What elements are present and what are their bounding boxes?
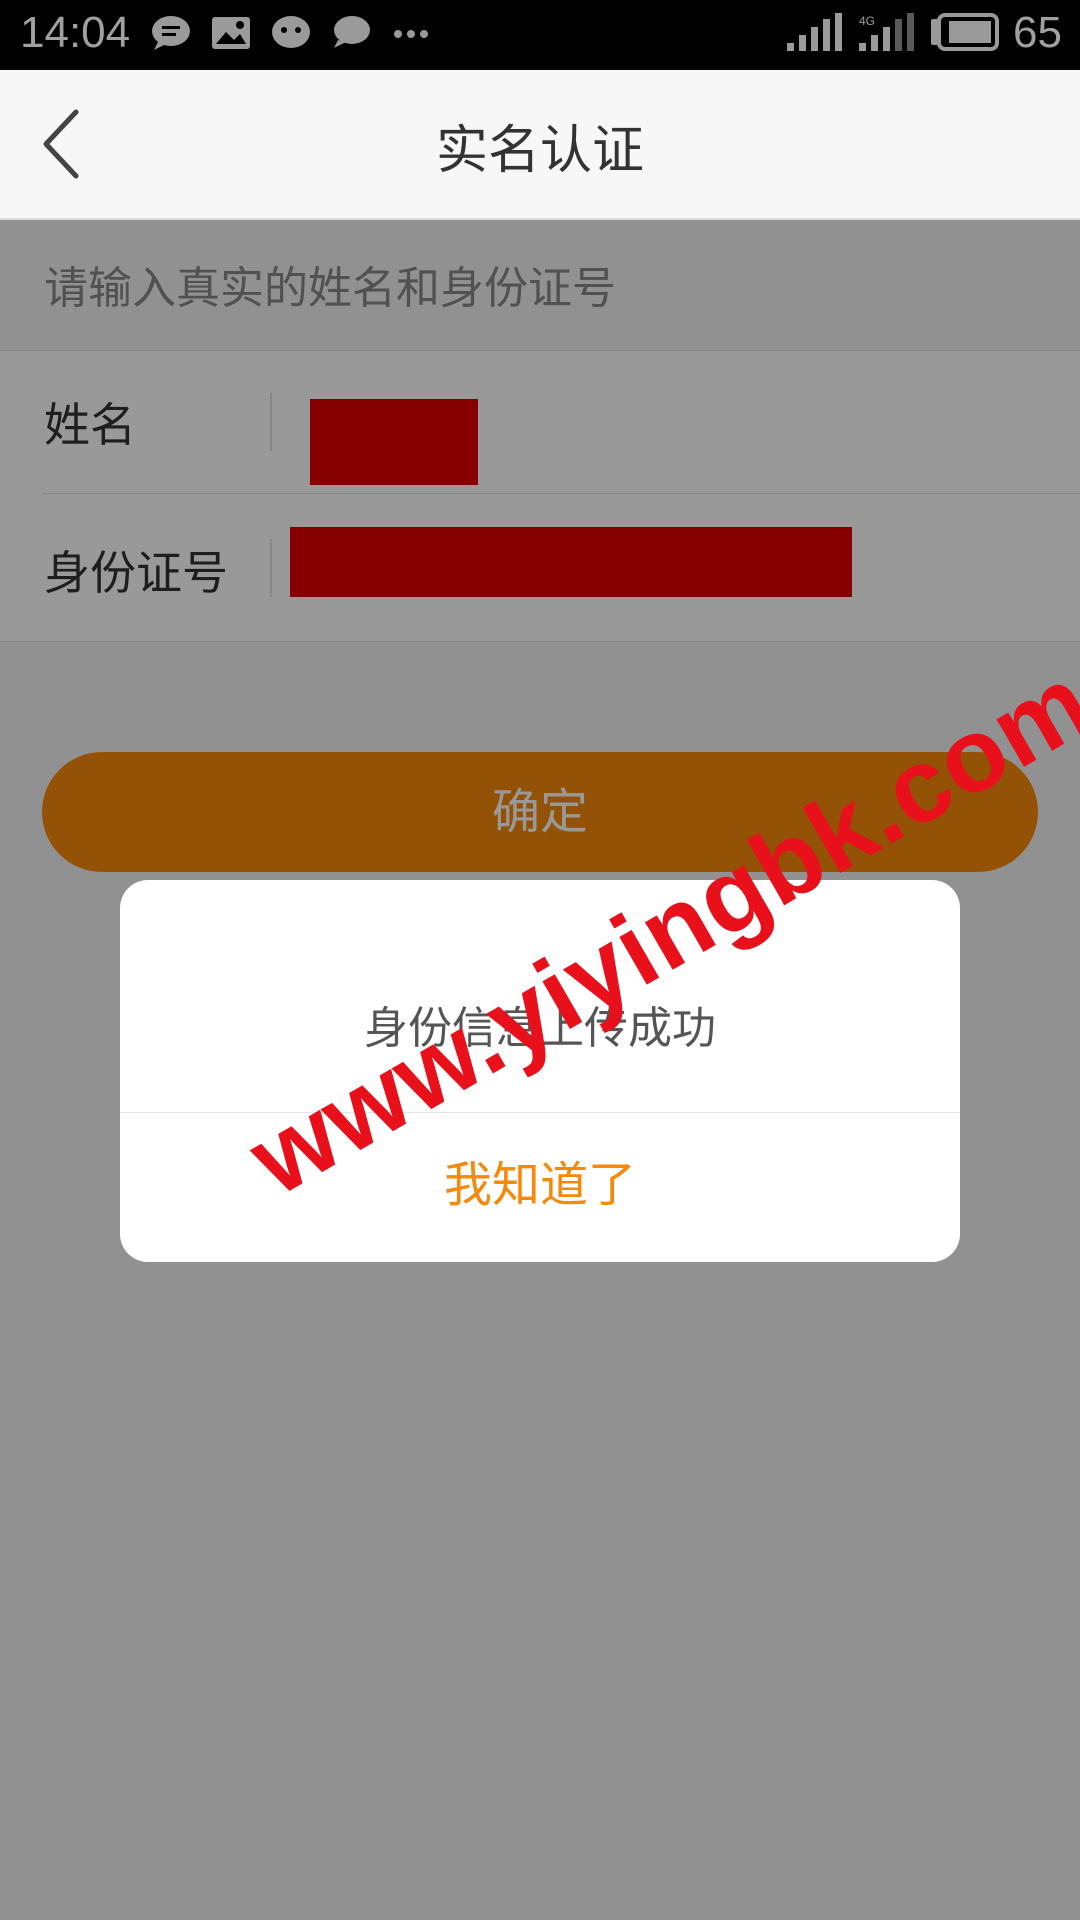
more-dots-icon: [394, 30, 428, 38]
status-time: 14:04: [20, 8, 131, 57]
signal-icon: [787, 13, 843, 51]
image-icon: [212, 17, 250, 49]
signal-4g-icon: 4G: [859, 13, 915, 51]
wechat-icon: [272, 16, 310, 48]
battery-percent: 65: [1013, 8, 1062, 57]
battery-icon: [931, 13, 1000, 51]
network-label: 4G: [859, 14, 875, 28]
message-icon: [334, 16, 370, 48]
chat-bubble-icon: [152, 16, 190, 50]
status-bar: 14:04 4G 65: [0, 0, 1080, 70]
page-title: 实名认证: [435, 121, 644, 181]
status-notification-icons: [150, 14, 432, 52]
status-system-icons: 4G 65: [785, 8, 1062, 58]
header-bar: 实名认证: [0, 70, 1080, 220]
